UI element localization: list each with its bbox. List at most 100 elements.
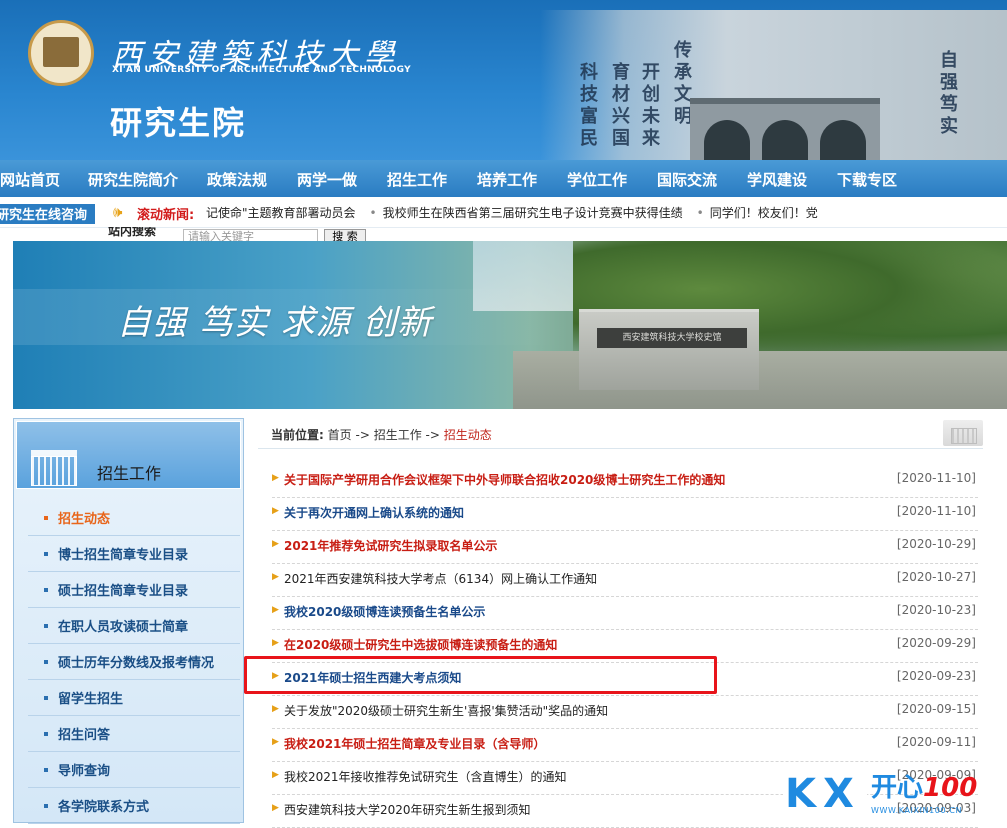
ticker-item[interactable]: 同学们！校友们！党 — [710, 206, 818, 220]
news-date: [2020-09-29] — [896, 636, 976, 650]
breadcrumb-sep: -> — [355, 428, 370, 442]
sidebar-item-contacts[interactable]: 各学院联系方式 — [28, 788, 240, 824]
calligraphy-column: 育材兴国 — [612, 62, 630, 149]
online-consult-link[interactable]: 研究生在线咨询 — [0, 204, 95, 224]
news-title[interactable]: 关于发放"2020级硕士研究生新生'喜报'集赞活动"奖品的通知 — [284, 702, 608, 719]
sidebar-item-phd-brochure[interactable]: 博士招生简章专业目录 — [28, 536, 240, 572]
news-item[interactable]: ▶ 我校2020级硕博连读预备生名单公示 [2020-10-23] — [272, 596, 978, 630]
sidebar-item-label: 招生动态 — [58, 512, 111, 527]
bullet-icon — [44, 768, 48, 772]
news-title[interactable]: 关于国际产学研用合作会议框架下中外导师联合招收2020级博士研究生工作的通知 — [284, 471, 725, 488]
sidebar-item-label: 在职人员攻读硕士简章 — [58, 620, 189, 635]
scroll-news-label: 滚动新闻: — [137, 208, 195, 223]
building-icon — [951, 428, 977, 444]
sidebar-item-international[interactable]: 留学生招生 — [28, 680, 240, 716]
nav-two-studies[interactable]: 两学一做 — [297, 169, 357, 190]
sidebar-item-score-lines[interactable]: 硕士历年分数线及报考情况 — [28, 644, 240, 680]
ticker-dot: • — [369, 206, 377, 220]
bullet-icon — [44, 552, 48, 556]
news-title[interactable]: 我校2021年硕士招生简章及专业目录（含导师） — [284, 735, 545, 752]
nav-home[interactable]: 网站首页 — [0, 169, 60, 190]
search-button[interactable]: 搜 索 — [324, 229, 366, 241]
watermark-url: WWW.KAIXIN100.CN — [871, 806, 963, 815]
news-title[interactable]: 关于再次开通网上确认系统的通知 — [284, 504, 464, 521]
news-item-highlighted[interactable]: ▶ 2021年硕士招生西建大考点须知 [2020-09-23] — [272, 662, 978, 696]
arrow-bullet-icon: ▶ — [272, 506, 279, 516]
campus-gate-image — [690, 98, 880, 160]
nav-policy[interactable]: 政策法规 — [207, 169, 267, 190]
breadcrumb-home[interactable]: 首页 — [328, 428, 352, 442]
calligraphy-column: 开创未来 — [642, 62, 660, 149]
bullet-icon — [44, 588, 48, 592]
divider — [258, 448, 983, 449]
breadcrumb: 当前位置: 首页 -> 招生工作 -> 招生动态 — [271, 426, 492, 443]
news-title[interactable]: 在2020级硕士研究生中选拔硕博连读预备生的通知 — [284, 636, 557, 653]
nav-about[interactable]: 研究生院简介 — [88, 169, 178, 190]
news-item[interactable]: ▶ 关于国际产学研用合作会议框架下中外导师联合招收2020级博士研究生工作的通知 [… — [272, 464, 978, 498]
sidebar-item-label: 博士招生简章专业目录 — [58, 548, 189, 563]
news-item[interactable]: ▶ 关于再次开通网上确认系统的通知 [2020-11-10] — [272, 497, 978, 531]
arrow-bullet-icon: ▶ — [272, 770, 279, 780]
bullet-icon — [44, 624, 48, 628]
breadcrumb-current[interactable]: 招生动态 — [444, 428, 492, 442]
building-icon — [31, 456, 77, 486]
arrow-bullet-icon: ▶ — [272, 803, 279, 813]
kaixin100-watermark: KX 开心100 WWW.KAIXIN100.CN — [783, 770, 1007, 823]
main-content: 当前位置: 首页 -> 招生工作 -> 招生动态 ▶ 关于国际产学研用合作会议框架… — [258, 418, 1007, 828]
news-item[interactable]: ▶ 在2020级硕士研究生中选拔硕博连读预备生的通知 [2020-09-29] — [272, 629, 978, 663]
news-title[interactable]: 西安建筑科技大学2020年研究生新生报到须知 — [284, 801, 531, 818]
sidebar-item-label: 硕士历年分数线及报考情况 — [58, 656, 215, 671]
arrow-bullet-icon: ▶ — [272, 671, 279, 681]
speaker-icon: 🕪 — [113, 203, 123, 221]
university-name-en: XI'AN UNIVERSITY OF ARCHITECTURE AND TEC… — [112, 65, 411, 75]
search-input[interactable]: 请输入关键字 — [183, 229, 318, 241]
news-item[interactable]: ▶ 2021年推荐免试研究生拟录取名单公示 [2020-10-29] — [272, 530, 978, 564]
sidebar-item-label: 招生问答 — [58, 728, 111, 743]
watermark-brand: 开心100 — [871, 772, 977, 804]
sidebar-item-admission-news[interactable]: 招生动态 — [28, 500, 240, 536]
arrow-bullet-icon: ▶ — [272, 638, 279, 648]
seal-building-icon — [43, 37, 79, 67]
news-title[interactable]: 2021年硕士招生西建大考点须知 — [284, 669, 461, 686]
news-date: [2020-11-10] — [896, 471, 976, 485]
news-date: [2020-09-23] — [896, 669, 976, 683]
sidebar-item-in-service[interactable]: 在职人员攻读硕士简章 — [28, 608, 240, 644]
bullet-icon — [44, 516, 48, 520]
breadcrumb-label: 当前位置: — [271, 428, 324, 442]
news-title[interactable]: 我校2020级硕博连读预备生名单公示 — [284, 603, 485, 620]
kx-logo-icon: KX — [783, 772, 867, 816]
nav-degree[interactable]: 学位工作 — [567, 169, 627, 190]
nav-training[interactable]: 培养工作 — [477, 169, 537, 190]
news-title[interactable]: 2021年西安建筑科技大学考点（6134）网上确认工作通知 — [284, 570, 597, 587]
news-item[interactable]: ▶ 2021年西安建筑科技大学考点（6134）网上确认工作通知 [2020-10-2… — [272, 563, 978, 597]
arrow-bullet-icon: ▶ — [272, 572, 279, 582]
news-date: [2020-10-23] — [896, 603, 976, 617]
nav-downloads[interactable]: 下载专区 — [837, 169, 897, 190]
nav-study-style[interactable]: 学风建设 — [747, 169, 807, 190]
ticker-item[interactable]: 记使命"主题教育部署动员会 — [206, 206, 356, 220]
university-seal-logo[interactable] — [28, 20, 94, 86]
gate-arch — [762, 120, 808, 160]
arrow-bullet-icon: ▶ — [272, 704, 279, 714]
sidebar-item-label: 导师查询 — [58, 764, 111, 779]
sidebar-item-master-brochure[interactable]: 硕士招生简章专业目录 — [28, 572, 240, 608]
nav-international[interactable]: 国际交流 — [657, 169, 717, 190]
ticker-item[interactable]: 我校师生在陕西省第三届研究生电子设计竞赛中获得佳绩 — [383, 206, 683, 220]
news-date: [2020-10-27] — [896, 570, 976, 584]
graduate-school-title: 研究生院 — [110, 104, 247, 142]
arrow-bullet-icon: ▶ — [272, 473, 279, 483]
news-title[interactable]: 2021年推荐免试研究生拟录取名单公示 — [284, 537, 497, 554]
breadcrumb-section[interactable]: 招生工作 — [374, 428, 422, 442]
calligraphy-column: 科技富民 — [580, 62, 598, 149]
gate-arch — [820, 120, 866, 160]
history-museum-stone: 西安建筑科技大学校史馆 — [579, 309, 759, 390]
sidebar-item-supervisor-search[interactable]: 导师查询 — [28, 752, 240, 788]
news-item[interactable]: ▶ 我校2021年硕士招生简章及专业目录（含导师） [2020-09-11] — [272, 728, 978, 762]
nav-admissions[interactable]: 招生工作 — [387, 169, 447, 190]
news-item[interactable]: ▶ 关于发放"2020级硕士研究生新生'喜报'集赞活动"奖品的通知 [2020-09… — [272, 695, 978, 729]
ticker-dot: • — [696, 206, 704, 220]
sidebar-item-faq[interactable]: 招生问答 — [28, 716, 240, 752]
arrow-bullet-icon: ▶ — [272, 605, 279, 615]
sidebar-item-label: 留学生招生 — [58, 692, 124, 707]
news-title[interactable]: 我校2021年接收推荐免试研究生（含直博生）的通知 — [284, 768, 567, 785]
